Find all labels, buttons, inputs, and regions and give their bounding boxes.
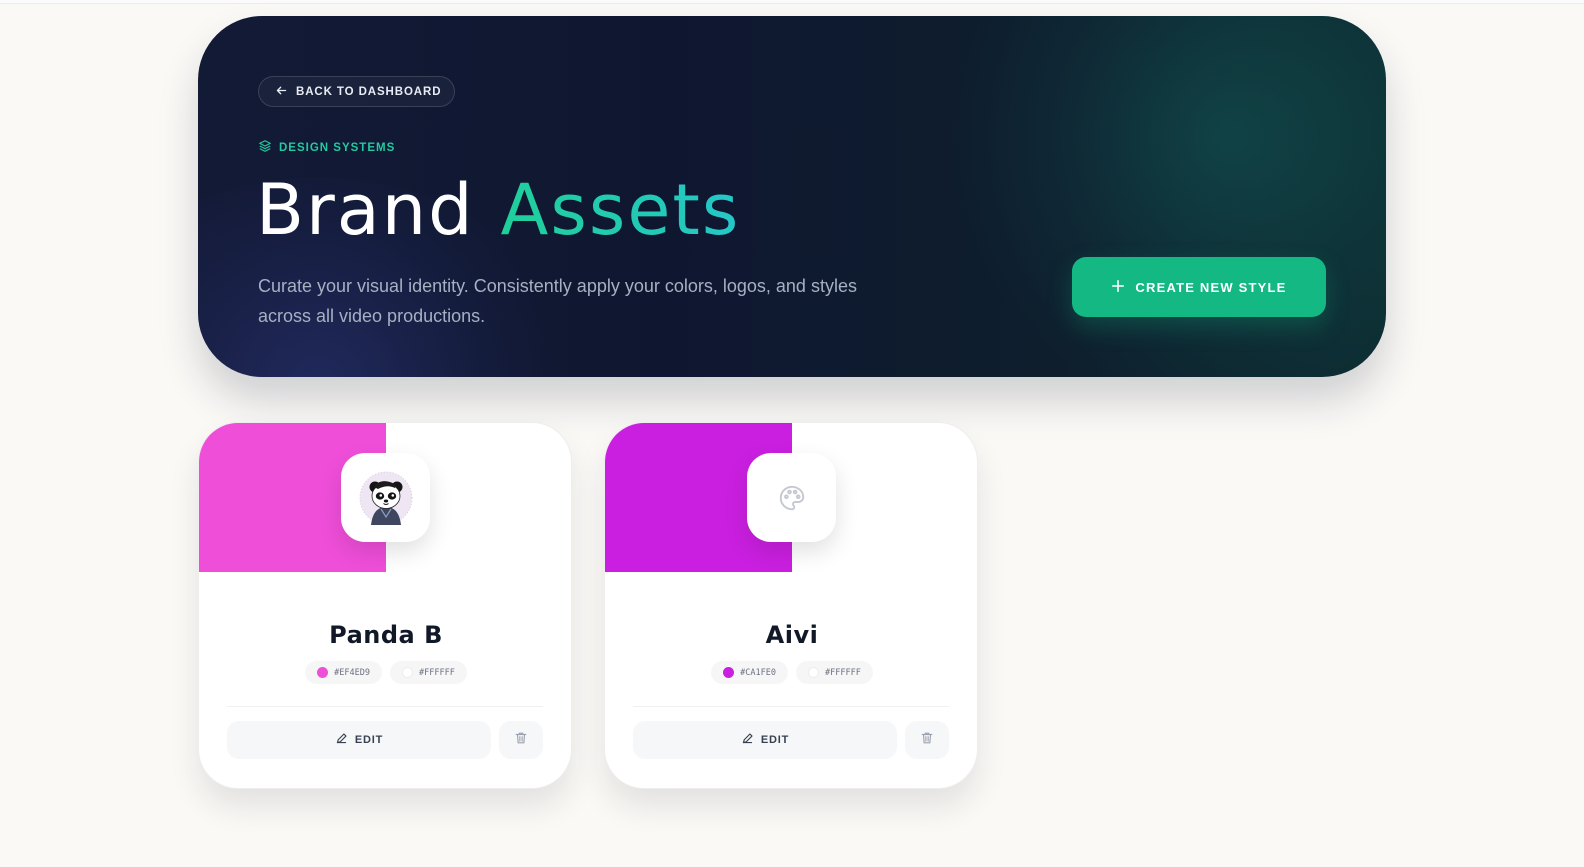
primary-hex: #CA1FE0 (740, 667, 776, 678)
back-to-dashboard-button[interactable]: BACK TO DASHBOARD (258, 76, 455, 107)
plus-icon (1111, 279, 1125, 296)
primary-hex: #EF4ED9 (334, 667, 370, 678)
delete-style-button[interactable] (499, 721, 543, 759)
create-new-style-button[interactable]: CREATE NEW STYLE (1072, 257, 1326, 317)
style-name: Panda B (329, 621, 443, 649)
secondary-hex: #FFFFFF (419, 667, 455, 678)
color-dot (723, 667, 735, 678)
secondary-color-chip: #FFFFFF (390, 661, 467, 684)
delete-style-button[interactable] (905, 721, 949, 759)
page-subtitle: Curate your visual identity. Consistentl… (258, 276, 857, 326)
color-dot (402, 667, 413, 678)
color-chips: #CA1FE0 #FFFFFF (605, 661, 977, 684)
secondary-hex: #FFFFFF (825, 667, 861, 678)
edit-style-button[interactable]: EDIT (633, 721, 897, 759)
hero-banner: BACK TO DASHBOARD DESIGN SYSTEMS Brand A… (198, 16, 1386, 377)
hero-glow (946, 16, 1386, 377)
page-title-main: Brand (256, 169, 475, 251)
style-card[interactable]: Panda B #EF4ED9 #FFFFFF EDIT (198, 422, 572, 789)
primary-color-chip: #EF4ED9 (305, 661, 382, 684)
top-border (0, 0, 1584, 4)
page-title: Brand Assets (256, 169, 741, 251)
edit-style-button[interactable]: EDIT (227, 721, 491, 759)
edit-label: EDIT (354, 734, 384, 746)
style-name: Aivi (765, 621, 819, 649)
edit-label: EDIT (760, 734, 790, 746)
eyebrow-label: DESIGN SYSTEMS (279, 141, 396, 154)
primary-color-chip: #CA1FE0 (711, 661, 788, 684)
style-logo (341, 453, 430, 542)
back-button-label: BACK TO DASHBOARD (296, 85, 442, 98)
secondary-color-chip: #FFFFFF (796, 661, 873, 684)
layers-icon (258, 139, 272, 156)
page-title-accent: Assets (500, 169, 741, 251)
color-dot (808, 667, 819, 678)
card-divider (227, 706, 543, 707)
trash-icon (514, 731, 528, 750)
color-chips: #EF4ED9 #FFFFFF (199, 661, 571, 684)
create-button-label: CREATE NEW STYLE (1135, 279, 1287, 295)
arrow-left-icon (275, 84, 288, 100)
color-dot (317, 667, 329, 678)
pencil-icon (741, 732, 754, 748)
palette-icon (779, 485, 804, 510)
style-card[interactable]: Aivi #CA1FE0 #FFFFFF EDIT (604, 422, 978, 789)
pencil-icon (335, 732, 348, 748)
panda-avatar-icon (359, 471, 412, 525)
section-eyebrow: DESIGN SYSTEMS (258, 139, 395, 156)
style-logo (747, 453, 836, 542)
trash-icon (920, 731, 934, 750)
card-divider (633, 706, 949, 707)
